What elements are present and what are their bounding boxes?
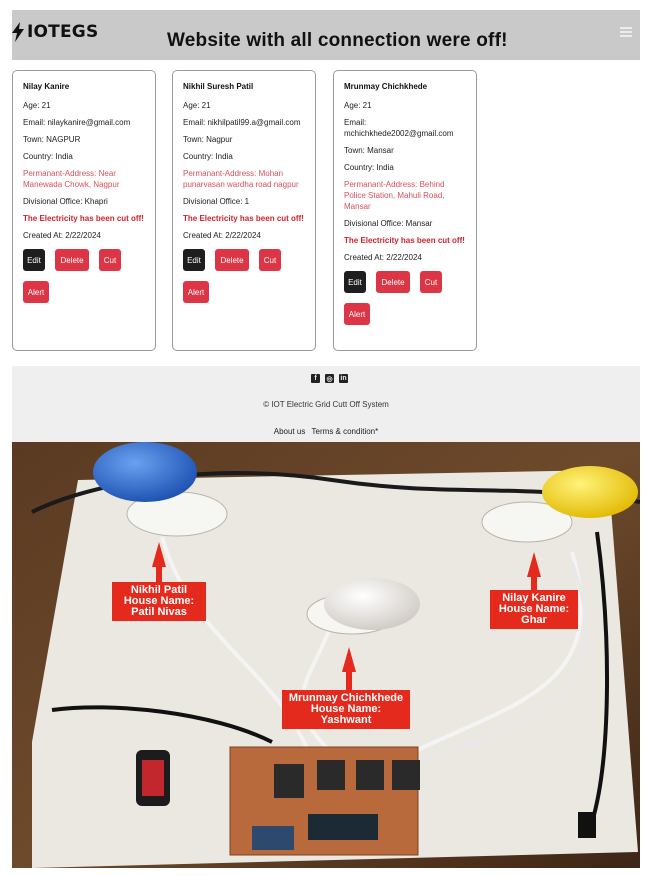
- label-nilay-house: Nilay Kanire House Name: Ghar: [490, 590, 578, 629]
- about-us-link[interactable]: About us: [274, 427, 306, 436]
- page-footer: f ◎ in © IOT Electric Grid Cutt Off Syst…: [12, 366, 640, 442]
- electricity-status: The Electricity has been cut off!: [183, 214, 304, 223]
- footer-links: About us Terms & condition*: [12, 427, 640, 436]
- page-title: Website with all connection were off!: [167, 30, 508, 51]
- user-country: Country: India: [183, 152, 233, 161]
- user-email: Email: nikhilpatil99.a@gmail.com: [183, 118, 301, 127]
- user-card-nilay: Nilay Kanire Age: 21 Email: nilaykanire@…: [12, 70, 156, 351]
- user-divisional-office: Divisional Office: 1: [183, 197, 250, 206]
- cut-button[interactable]: Cut: [259, 249, 281, 271]
- brand-name: IOTEGS: [27, 22, 99, 42]
- facebook-icon[interactable]: f: [311, 374, 320, 383]
- label-line: Ghar: [521, 614, 547, 626]
- user-age: Age: 21: [183, 101, 211, 110]
- electricity-status: The Electricity has been cut off!: [23, 214, 144, 223]
- hamburger-menu-icon[interactable]: [620, 27, 632, 37]
- user-address: Permanant-Address: Behind Police Station…: [344, 180, 445, 211]
- user-divisional-office: Divisional Office: Mansar: [344, 219, 433, 228]
- label-line: Yashwant: [320, 714, 372, 726]
- delete-button[interactable]: Delete: [376, 271, 410, 293]
- user-address: Permanant-Address: Near Manewada Chowk, …: [23, 169, 120, 189]
- hardware-photo: [12, 442, 640, 868]
- alert-button[interactable]: Alert: [183, 281, 209, 303]
- user-email: Email: nilaykanire@gmail.com: [23, 118, 131, 127]
- label-nikhil-house: Nikhil Patil House Name: Patil Nivas: [112, 582, 206, 621]
- top-navbar: IOTEGS Website with all connection were …: [12, 10, 640, 60]
- created-at: Created At: 2/22/2024: [23, 231, 101, 240]
- user-card-nikhil: Nikhil Suresh Patil Age: 21 Email: nikhi…: [172, 70, 316, 351]
- edit-button[interactable]: Edit: [23, 249, 45, 271]
- electricity-status: The Electricity has been cut off!: [344, 236, 465, 245]
- delete-button[interactable]: Delete: [55, 249, 89, 271]
- social-links: f ◎ in: [311, 374, 348, 383]
- user-town: Town: NAGPUR: [23, 135, 81, 144]
- user-card-mrunmay: Mrunmay Chichkhede Age: 21 Email: mchich…: [333, 70, 477, 351]
- user-divisional-office: Divisional Office: Khapri: [23, 197, 108, 206]
- lightning-bolt-icon: [12, 22, 24, 42]
- user-age: Age: 21: [23, 101, 51, 110]
- user-name: Nikhil Suresh Patil: [183, 82, 254, 91]
- card-actions: Edit Delete Cut Alert: [344, 271, 466, 325]
- user-town: Town: Mansar: [344, 146, 394, 155]
- card-actions: Edit Delete Cut Alert: [23, 249, 145, 303]
- user-country: Country: India: [23, 152, 73, 161]
- user-town: Town: Nagpur: [183, 135, 233, 144]
- page-frame: IOTEGS Website with all connection were …: [12, 10, 640, 868]
- user-age: Age: 21: [344, 101, 372, 110]
- user-email: Email: mchichkhede2002@gmail.com: [344, 118, 454, 138]
- card-actions: Edit Delete Cut Alert: [183, 249, 305, 303]
- user-country: Country: India: [344, 163, 394, 172]
- terms-link[interactable]: Terms & condition*: [312, 427, 379, 436]
- instagram-icon[interactable]: ◎: [325, 374, 334, 383]
- label-mrunmay-house: Mrunmay Chichkhede House Name: Yashwant: [282, 690, 410, 729]
- edit-button[interactable]: Edit: [183, 249, 205, 271]
- alert-button[interactable]: Alert: [344, 303, 370, 325]
- copyright-text: © IOT Electric Grid Cutt Off System: [263, 400, 389, 409]
- user-name: Mrunmay Chichkhede: [344, 82, 428, 91]
- created-at: Created At: 2/22/2024: [344, 253, 422, 262]
- edit-button[interactable]: Edit: [344, 271, 366, 293]
- user-address: Permanant-Address: Mohan punarvasan ward…: [183, 169, 299, 189]
- cut-button[interactable]: Cut: [99, 249, 121, 271]
- delete-button[interactable]: Delete: [215, 249, 249, 271]
- brand-logo[interactable]: IOTEGS: [12, 22, 98, 42]
- user-name: Nilay Kanire: [23, 82, 70, 91]
- label-line: Patil Nivas: [131, 606, 187, 618]
- created-at: Created At: 2/22/2024: [183, 231, 261, 240]
- alert-button[interactable]: Alert: [23, 281, 49, 303]
- cut-button[interactable]: Cut: [420, 271, 442, 293]
- linkedin-icon[interactable]: in: [339, 374, 348, 383]
